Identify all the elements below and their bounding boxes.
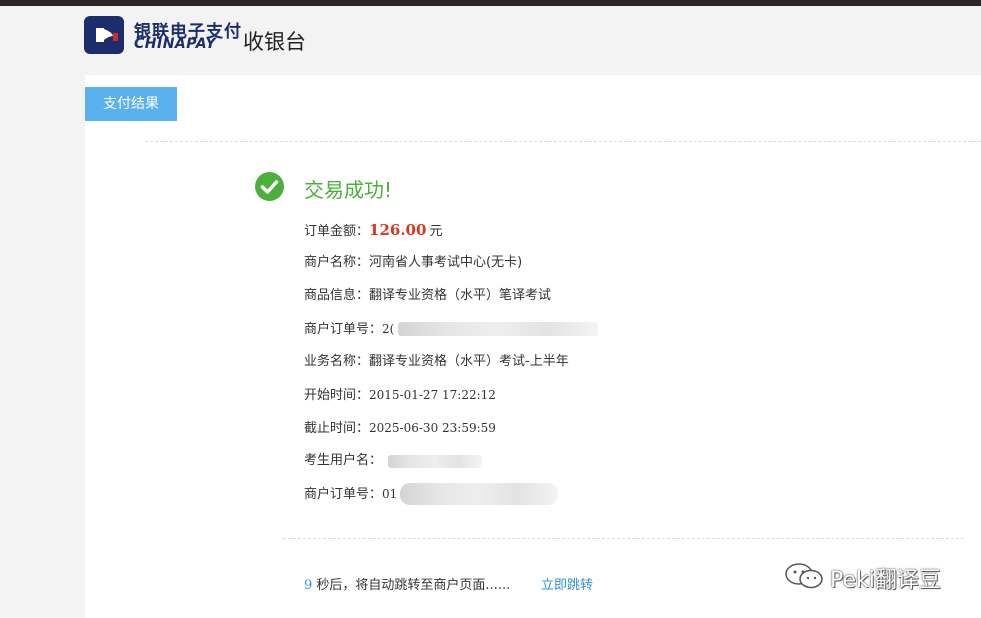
countdown-seconds: 9 <box>304 578 313 593</box>
order-amount: 126.00 <box>369 221 427 239</box>
row-business-name: 业务名称：翻译专业资格（水平）考试-上半年 <box>304 352 569 372</box>
row-candidate-username: 考生用户名： <box>304 451 382 471</box>
brand-name-en: CHINAPAY <box>134 36 217 52</box>
chinapay-logo-icon <box>84 16 124 54</box>
product-info: 翻译专业资格（水平）笔译考试 <box>369 288 552 303</box>
row-label: 商户名称： <box>304 255 370 270</box>
end-time: 2025-06-30 23:59:59 <box>369 421 496 435</box>
redacted-order-no <box>398 322 598 336</box>
row-label: 业务名称： <box>304 354 370 369</box>
row-merchant-order-no: 商户订单号：2( <box>304 319 394 339</box>
start-time: 2015-01-27 17:22:12 <box>369 388 496 402</box>
tab-payment-result[interactable]: 支付结果 <box>85 87 177 121</box>
redirect-now-link[interactable]: 立即跳转 <box>541 574 593 593</box>
business-name: 翻译专业资格（水平）考试-上半年 <box>369 354 569 369</box>
top-divider <box>145 141 981 142</box>
row-label: 订单金额： <box>304 224 370 239</box>
row-product-info: 商品信息：翻译专业资格（水平）笔译考试 <box>304 286 551 306</box>
merchant-order-no: 2( <box>382 322 395 336</box>
currency-unit: 元 <box>429 224 443 239</box>
row-label: 商品信息： <box>304 288 370 303</box>
row-label: 考生用户名： <box>304 453 383 468</box>
row-label: 商户订单号： <box>304 322 383 337</box>
merchant-name: 河南省人事考试中心(无卡) <box>369 255 523 270</box>
row-merchant-name: 商户名称：河南省人事考试中心(无卡) <box>304 253 522 273</box>
success-check-icon <box>255 172 284 201</box>
redirect-countdown: 9 秒后，将自动跳转至商户页面...... <box>304 574 510 593</box>
row-label: 截止时间： <box>304 421 370 436</box>
bottom-divider <box>283 538 964 539</box>
merchant-order-no-2: 01 <box>382 487 398 501</box>
row-order-amount: 订单金额：126.00 元 <box>304 220 442 240</box>
row-label: 开始时间： <box>304 388 370 403</box>
row-end-time: 截止时间：2025-06-30 23:59:59 <box>304 418 496 438</box>
row-start-time: 开始时间：2015-01-27 17:22:12 <box>304 385 496 405</box>
row-merchant-order-no-2: 商户订单号：01 <box>304 484 397 504</box>
countdown-text: 秒后，将自动跳转至商户页面...... <box>316 578 511 593</box>
row-label: 商户订单号： <box>304 487 383 502</box>
page-title: 收银台 <box>243 30 306 54</box>
success-title: 交易成功! <box>304 178 393 202</box>
redacted-username <box>388 455 482 468</box>
result-panel <box>85 75 981 618</box>
wechat-icon <box>785 563 823 589</box>
watermark-text: Peki翻译豆 <box>830 568 941 593</box>
redacted-order-no-2 <box>400 483 558 505</box>
